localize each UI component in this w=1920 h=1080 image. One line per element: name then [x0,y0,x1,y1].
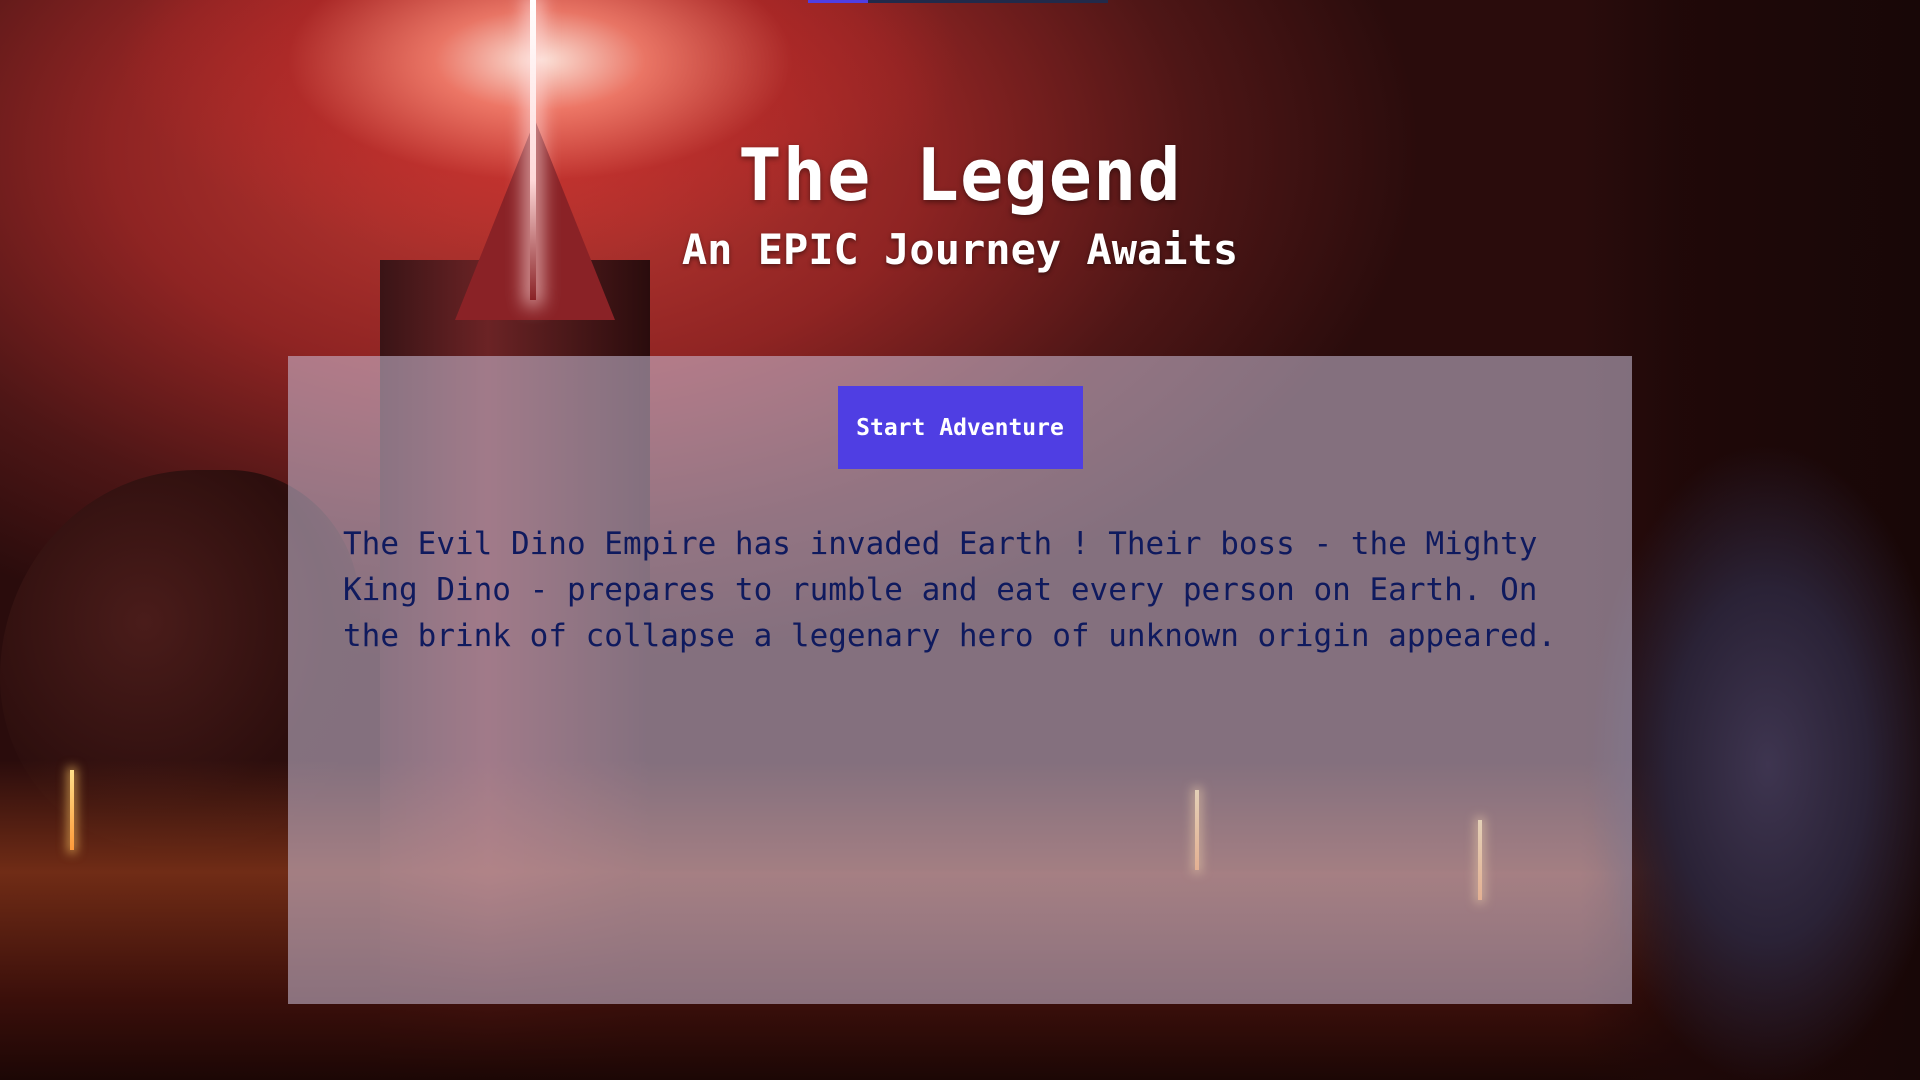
progress-fill [808,0,868,3]
story-text: The Evil Dino Empire has invaded Earth !… [343,526,1557,654]
hero-header: The Legend An EPIC Journey Awaits [0,130,1920,280]
page: The Legend An EPIC Journey Awaits Start … [0,0,1920,1080]
story-panel: Start Adventure The Evil Dino Empire has… [288,356,1632,1004]
background-bolt [70,770,74,850]
page-title: The Legend [738,133,1182,217]
start-adventure-button[interactable]: Start Adventure [837,386,1083,469]
page-subtitle: An EPIC Journey Awaits [681,225,1239,274]
